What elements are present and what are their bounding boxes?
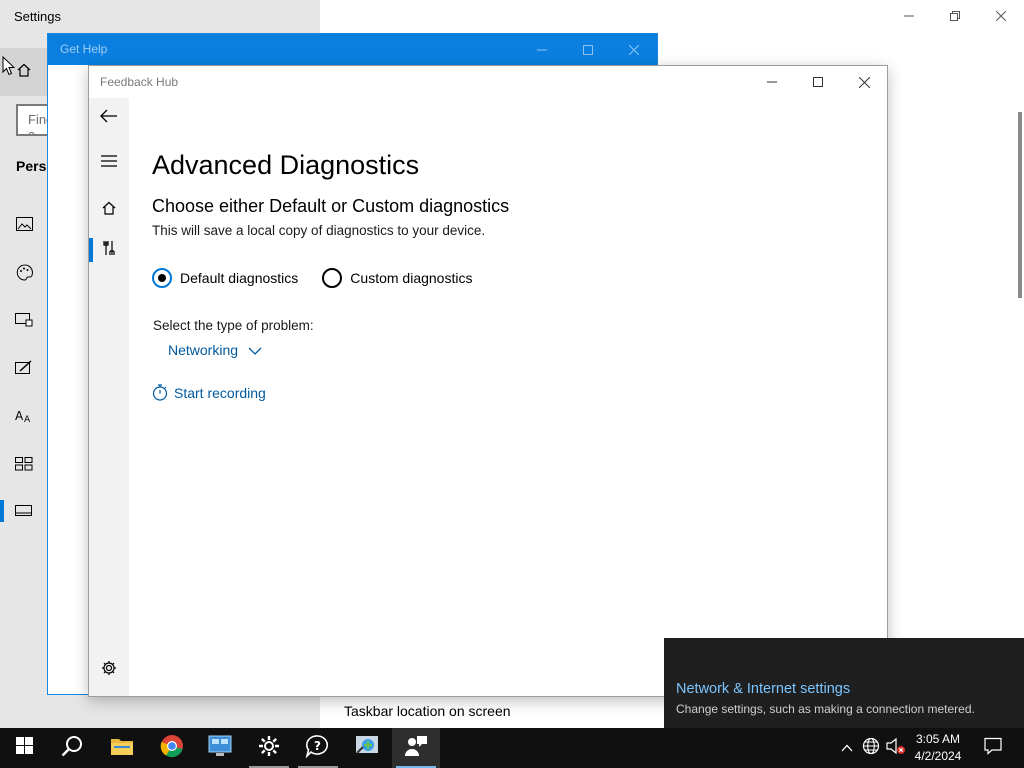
settings-window-title: Settings [14, 9, 61, 24]
chrome-button[interactable] [148, 728, 196, 768]
get-help-minimize-button[interactable] [519, 34, 565, 65]
start-button[interactable] [0, 728, 48, 768]
dropdown-value: Networking [168, 342, 239, 358]
settings-window-controls [886, 0, 1024, 32]
problem-type-dropdown[interactable]: Networking [168, 342, 262, 358]
volume-muted-icon [886, 737, 906, 760]
folder-icon [110, 736, 134, 761]
radio-unchecked-icon [322, 268, 343, 288]
start-icon[interactable] [14, 454, 34, 474]
feedback-hub-icon [404, 735, 428, 762]
network-tray-button[interactable] [861, 737, 881, 760]
back-button[interactable] [89, 98, 129, 138]
get-help-title: Get Help [60, 42, 108, 56]
toast-title[interactable]: Network & Internet settings [676, 681, 850, 697]
show-hidden-icons-button[interactable] [837, 738, 857, 758]
page-description: This will save a local copy of diagnosti… [152, 223, 486, 238]
radio-label: Custom diagnostics [350, 270, 473, 286]
diagnostics-type-radio-group: Default diagnostics Custom diagnostics [152, 268, 496, 288]
settings-active-indicator [0, 500, 4, 522]
home-icon [16, 62, 32, 83]
lock-screen-icon[interactable] [14, 310, 34, 330]
svg-text:?: ? [314, 739, 321, 753]
settings-scrollbar[interactable] [1018, 112, 1022, 298]
page-title: Advanced Diagnostics [152, 150, 420, 180]
control-panel-button[interactable] [196, 728, 244, 768]
nav-home-button[interactable] [89, 190, 129, 230]
nav-settings-button[interactable] [89, 650, 129, 690]
feedback-hub-minimize-button[interactable] [749, 66, 795, 98]
feedback-hub-title: Feedback Hub [100, 75, 179, 89]
taskbar-location-label: Taskbar location on screen [344, 703, 511, 719]
get-help-close-button[interactable] [611, 34, 657, 65]
feedback-hub-nav-rail [89, 98, 129, 696]
themes-icon[interactable] [14, 358, 34, 378]
feedback-hub-maximize-button[interactable] [795, 66, 841, 98]
toast-text: Change settings, such as making a connec… [676, 702, 975, 716]
notification-icon [984, 737, 1002, 760]
network-diagnostics-icon [355, 735, 379, 762]
settings-close-button[interactable] [978, 0, 1024, 32]
feedback-hub-window: Feedback Hub Advanced Diagnostics Choose… [88, 65, 888, 697]
svg-text:A: A [15, 409, 24, 423]
feedback-hub-window-controls [749, 66, 887, 98]
chrome-icon [160, 734, 184, 763]
taskbar: ? 3:05 AM 4/2/2024 [0, 728, 1024, 768]
globe-icon [862, 737, 880, 760]
fonts-icon[interactable]: AA [14, 406, 34, 426]
get-help-window-controls [519, 34, 657, 65]
settings-taskbar-button[interactable] [245, 728, 293, 768]
get-help-maximize-button[interactable] [565, 34, 611, 65]
feedback-hub-taskbar-button[interactable] [392, 728, 440, 768]
action-center-button[interactable] [978, 728, 1008, 768]
network-diagnostics-button[interactable] [343, 728, 391, 768]
volume-tray-button[interactable] [886, 737, 906, 760]
diagnostics-tools-icon [103, 240, 115, 261]
settings-restore-button[interactable] [932, 0, 978, 32]
settings-minimize-button[interactable] [886, 0, 932, 32]
get-help-taskbar-button[interactable]: ? [294, 728, 342, 768]
search-button[interactable] [48, 728, 96, 768]
colors-icon[interactable] [14, 262, 34, 282]
nav-diagnostics-button[interactable] [89, 230, 129, 270]
mouse-cursor-icon [2, 55, 16, 81]
clock-date: 4/2/2024 [914, 749, 962, 763]
clock-time: 3:05 AM [915, 732, 961, 746]
settings-section-heading: Personalization [16, 158, 48, 174]
custom-diagnostics-radio[interactable]: Custom diagnostics [322, 268, 472, 288]
gear-icon [258, 735, 280, 762]
gear-icon [101, 660, 117, 681]
control-panel-icon [208, 735, 232, 762]
get-help-titlebar[interactable]: Get Help [48, 34, 657, 65]
problem-type-label: Select the type of problem: [153, 318, 314, 333]
feedback-hub-titlebar[interactable]: Feedback Hub [89, 66, 887, 98]
radio-checked-icon [152, 268, 172, 288]
network-settings-toast[interactable]: Network & Internet settings Change setti… [664, 638, 1024, 728]
feedback-hub-close-button[interactable] [841, 66, 887, 98]
chevron-down-icon [248, 342, 262, 358]
default-diagnostics-radio[interactable]: Default diagnostics [152, 268, 298, 288]
page-subtitle: Choose either Default or Custom diagnost… [152, 196, 510, 216]
search-icon [61, 735, 83, 762]
radio-label: Default diagnostics [180, 270, 299, 286]
chevron-up-icon [841, 739, 853, 757]
hamburger-icon [101, 154, 117, 172]
system-clock[interactable]: 3:05 AM 4/2/2024 [905, 731, 971, 765]
svg-text:A: A [24, 415, 31, 423]
taskbar-icon[interactable] [14, 501, 34, 521]
back-arrow-icon [100, 109, 118, 128]
start-recording-label: Start recording [174, 384, 266, 401]
home-icon [101, 200, 117, 221]
stopwatch-icon [152, 384, 168, 401]
get-help-icon: ? [305, 734, 331, 763]
hamburger-menu-button[interactable] [89, 143, 129, 183]
file-explorer-button[interactable] [98, 728, 146, 768]
start-recording-button[interactable]: Start recording [152, 384, 266, 401]
windows-logo-icon [15, 737, 33, 759]
background-icon[interactable] [14, 214, 34, 234]
